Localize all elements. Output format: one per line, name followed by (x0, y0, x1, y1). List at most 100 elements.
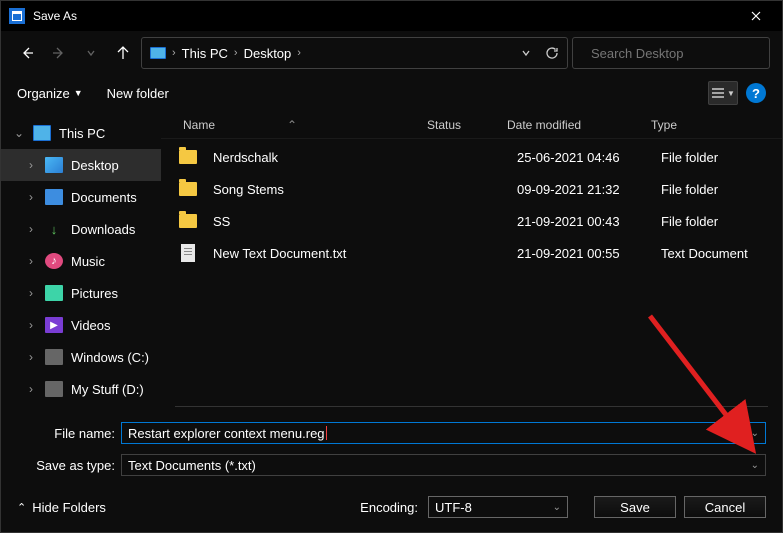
navigation-bar: › This PC › Desktop › (1, 31, 782, 75)
sidebar-label: Windows (C:) (71, 350, 149, 365)
chevron-right-icon: › (25, 286, 37, 300)
sidebar-item-pictures[interactable]: › Pictures (1, 277, 161, 309)
close-button[interactable] (738, 1, 774, 31)
file-type: Text Document (661, 246, 764, 261)
search-input[interactable] (591, 46, 767, 61)
refresh-icon[interactable] (545, 46, 559, 60)
chevron-right-icon: › (25, 350, 37, 364)
videos-icon: ▶ (45, 317, 63, 333)
file-date: 25-06-2021 04:46 (517, 150, 661, 165)
back-button[interactable] (13, 39, 41, 67)
drive-icon (45, 349, 63, 365)
documents-icon (45, 189, 63, 205)
hide-folders-label: Hide Folders (32, 500, 106, 515)
file-date: 21-09-2021 00:55 (517, 246, 661, 261)
sidebar-item-documents[interactable]: › Documents (1, 181, 161, 213)
column-date[interactable]: Date modified (507, 118, 651, 132)
file-row[interactable]: SS 21-09-2021 00:43 File folder (165, 205, 778, 237)
save-button[interactable]: Save (594, 496, 676, 518)
column-name[interactable]: Name⌃ (179, 118, 427, 132)
chevron-up-icon: ⌃ (17, 501, 26, 514)
footer: ⌃ Hide Folders Encoding: UTF-8 ⌄ Save Canc… (1, 486, 782, 526)
chevron-down-icon[interactable]: ⌄ (751, 428, 759, 439)
sidebar-item-drive-c[interactable]: › Windows (C:) (1, 341, 161, 373)
horizontal-scrollbar[interactable] (175, 406, 768, 412)
folder-icon (179, 214, 197, 228)
column-headers: Name⌃ Status Date modified Type (161, 111, 782, 139)
app-icon (9, 8, 25, 24)
chevron-right-icon: › (25, 382, 37, 396)
caret-down-icon: ▼ (727, 89, 735, 98)
window-title: Save As (33, 9, 738, 23)
file-row[interactable]: Nerdschalk 25-06-2021 04:46 File folder (165, 141, 778, 173)
chevron-right-icon: › (25, 222, 37, 236)
address-bar[interactable]: › This PC › Desktop › (141, 37, 568, 69)
save-type-value: Text Documents (*.txt) (128, 458, 256, 473)
up-button[interactable] (109, 39, 137, 67)
sidebar-item-drive-d[interactable]: › My Stuff (D:) (1, 373, 161, 405)
titlebar: Save As (1, 1, 782, 31)
recent-dropdown[interactable] (77, 39, 105, 67)
search-box[interactable] (572, 37, 770, 69)
pictures-icon (45, 285, 63, 301)
file-row[interactable]: New Text Document.txt 21-09-2021 00:55 T… (165, 237, 778, 269)
sidebar-item-downloads[interactable]: ›↓Downloads (1, 213, 161, 245)
file-row[interactable]: Song Stems 09-09-2021 21:32 File folder (165, 173, 778, 205)
arrow-right-icon (52, 46, 66, 60)
pc-icon (33, 125, 51, 141)
chevron-right-icon: › (25, 254, 37, 268)
file-type: File folder (661, 214, 764, 229)
encoding-select[interactable]: UTF-8 ⌄ (428, 496, 568, 518)
sidebar-label: Pictures (71, 286, 118, 301)
new-folder-button[interactable]: New folder (107, 86, 169, 101)
sidebar-label: Documents (71, 190, 137, 205)
chevron-right-icon: › (25, 190, 37, 204)
chevron-right-icon: › (172, 47, 176, 59)
view-menu[interactable]: ▼ (708, 81, 738, 105)
toolbar: Organize▼ New folder ▼ ? (1, 75, 782, 111)
file-rows: Nerdschalk 25-06-2021 04:46 File folder … (161, 139, 782, 406)
text-cursor (326, 426, 327, 440)
file-list: Name⌃ Status Date modified Type Nerdscha… (161, 111, 782, 412)
chevron-right-icon: › (25, 158, 37, 172)
sidebar-item-music[interactable]: ›♪Music (1, 245, 161, 277)
file-name: New Text Document.txt (209, 246, 437, 261)
breadcrumb-root[interactable]: This PC (182, 46, 228, 61)
input-area: File name: Restart explorer context menu… (1, 412, 782, 476)
sort-indicator-icon: ⌃ (287, 118, 295, 132)
sidebar-label: My Stuff (D:) (71, 382, 144, 397)
file-date: 21-09-2021 00:43 (517, 214, 661, 229)
save-type-label: Save as type: (17, 458, 121, 473)
breadcrumb-leaf[interactable]: Desktop (244, 46, 292, 61)
encoding-label: Encoding: (360, 500, 418, 515)
sidebar-item-desktop[interactable]: ›Desktop (1, 149, 161, 181)
folder-icon (179, 182, 197, 196)
chevron-right-icon: › (234, 47, 238, 59)
organize-menu[interactable]: Organize▼ (17, 86, 83, 101)
list-view-icon (711, 87, 725, 99)
sidebar-label: Videos (71, 318, 111, 333)
sidebar-item-videos[interactable]: ›▶Videos (1, 309, 161, 341)
save-type-select[interactable]: Text Documents (*.txt)⌄ (121, 454, 766, 476)
sidebar-this-pc[interactable]: ⌄ This PC (1, 117, 161, 149)
help-button[interactable]: ? (746, 83, 766, 103)
content-area: ⌄ This PC ›Desktop › Documents ›↓Download… (1, 111, 782, 412)
text-file-icon (181, 244, 195, 262)
column-status[interactable]: Status (427, 118, 507, 132)
sidebar-label: Downloads (71, 222, 135, 237)
column-type[interactable]: Type (651, 118, 764, 132)
folder-icon (179, 150, 197, 164)
filename-value: Restart explorer context menu.reg (128, 426, 325, 441)
file-date: 09-09-2021 21:32 (517, 182, 661, 197)
chevron-down-icon: ⌄ (553, 502, 561, 513)
arrow-up-icon (116, 46, 130, 60)
hide-folders-button[interactable]: ⌃ Hide Folders (17, 500, 106, 515)
file-name: Nerdschalk (209, 150, 437, 165)
pc-icon (150, 47, 166, 59)
forward-button[interactable] (45, 39, 73, 67)
cancel-button[interactable]: Cancel (684, 496, 766, 518)
filename-input[interactable]: Restart explorer context menu.reg ⌄ (121, 422, 766, 444)
encoding-value: UTF-8 (435, 500, 472, 515)
save-as-dialog: Save As › This PC › Desktop › Organize▼ (0, 0, 783, 533)
chevron-down-icon[interactable] (521, 48, 531, 58)
